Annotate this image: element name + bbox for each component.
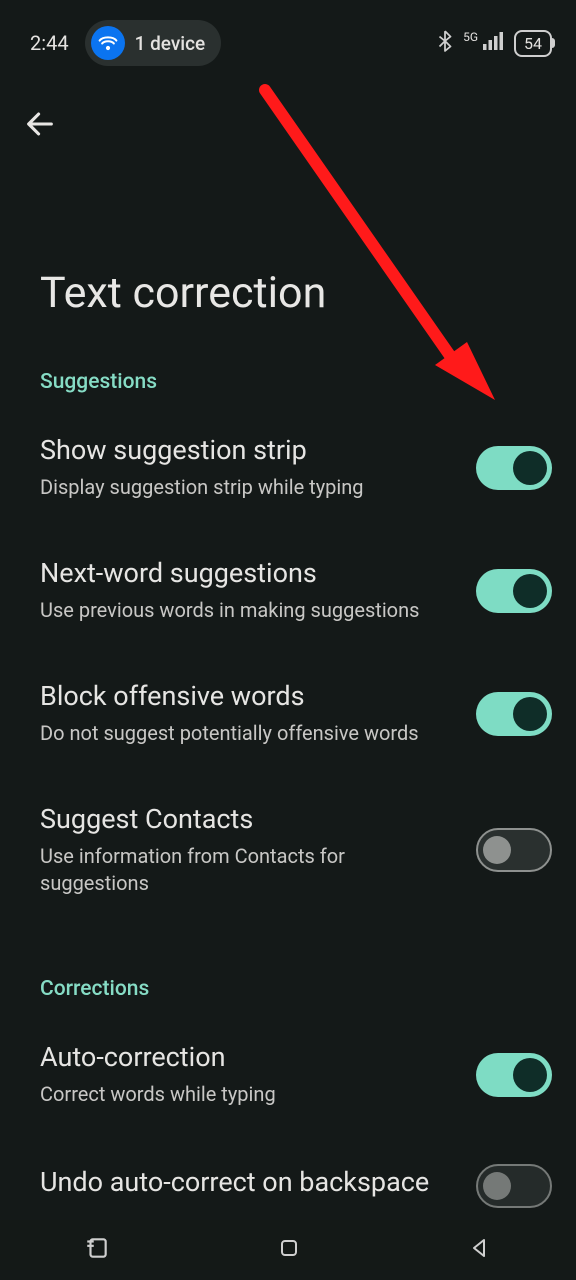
nav-recent-icon[interactable] xyxy=(84,1235,110,1265)
setting-text: Undo auto-correct on backspace xyxy=(40,1166,456,1206)
status-time: 2:44 xyxy=(30,31,69,55)
setting-label: Block offensive words xyxy=(40,680,456,712)
device-chip[interactable]: 1 device xyxy=(85,20,222,66)
setting-text: Suggest Contacts Use information from Co… xyxy=(40,803,456,897)
system-nav-bar xyxy=(0,1220,576,1280)
device-chip-label: 1 device xyxy=(135,32,206,55)
setting-suggest-contacts[interactable]: Suggest Contacts Use information from Co… xyxy=(0,775,576,925)
setting-text: Next-word suggestions Use previous words… xyxy=(40,557,456,624)
app-bar xyxy=(0,76,576,148)
setting-auto-correction[interactable]: Auto-correction Correct words while typi… xyxy=(0,1013,576,1136)
setting-text: Auto-correction Correct words while typi… xyxy=(40,1041,456,1108)
network-5g-label: 5G xyxy=(463,32,478,42)
setting-caption: Display suggestion strip while typing xyxy=(40,474,456,501)
status-left: 2:44 1 device xyxy=(30,20,221,66)
status-bar: 2:44 1 device 5G xyxy=(0,0,576,76)
toggle-next-word-suggestions[interactable] xyxy=(476,569,552,613)
setting-label: Show suggestion strip xyxy=(40,434,456,466)
section-header-suggestions: Suggestions xyxy=(0,318,576,406)
section-header-corrections: Corrections xyxy=(0,925,576,1013)
toggle-auto-correction[interactable] xyxy=(476,1053,552,1097)
setting-label: Auto-correction xyxy=(40,1041,456,1073)
back-button[interactable] xyxy=(16,100,64,148)
toggle-show-suggestion-strip[interactable] xyxy=(476,446,552,490)
bluetooth-icon xyxy=(437,30,453,57)
nav-home-icon[interactable] xyxy=(277,1236,301,1264)
wifi-icon xyxy=(91,26,125,60)
setting-block-offensive-words[interactable]: Block offensive words Do not suggest pot… xyxy=(0,652,576,775)
nav-back-icon[interactable] xyxy=(468,1236,492,1264)
setting-caption: Use information from Contacts for sugges… xyxy=(40,843,456,897)
setting-caption: Do not suggest potentially offensive wor… xyxy=(40,720,456,747)
signal-icon xyxy=(482,31,504,56)
battery-indicator: 54 xyxy=(514,30,552,57)
setting-caption: Use previous words in making suggestions xyxy=(40,597,456,624)
arrow-left-icon xyxy=(23,107,57,141)
setting-text: Show suggestion strip Display suggestion… xyxy=(40,434,456,501)
setting-next-word-suggestions[interactable]: Next-word suggestions Use previous words… xyxy=(0,529,576,652)
setting-label: Undo auto-correct on backspace xyxy=(40,1166,456,1198)
page-title: Text correction xyxy=(0,148,576,318)
status-right: 5G 54 xyxy=(437,30,552,57)
setting-caption: Correct words while typing xyxy=(40,1081,456,1108)
toggle-suggest-contacts[interactable] xyxy=(476,828,552,872)
toggle-block-offensive-words[interactable] xyxy=(476,692,552,736)
setting-label: Suggest Contacts xyxy=(40,803,456,835)
toggle-undo-autocorrect-backspace[interactable] xyxy=(476,1164,552,1208)
setting-show-suggestion-strip[interactable]: Show suggestion strip Display suggestion… xyxy=(0,406,576,529)
setting-label: Next-word suggestions xyxy=(40,557,456,589)
setting-text: Block offensive words Do not suggest pot… xyxy=(40,680,456,747)
